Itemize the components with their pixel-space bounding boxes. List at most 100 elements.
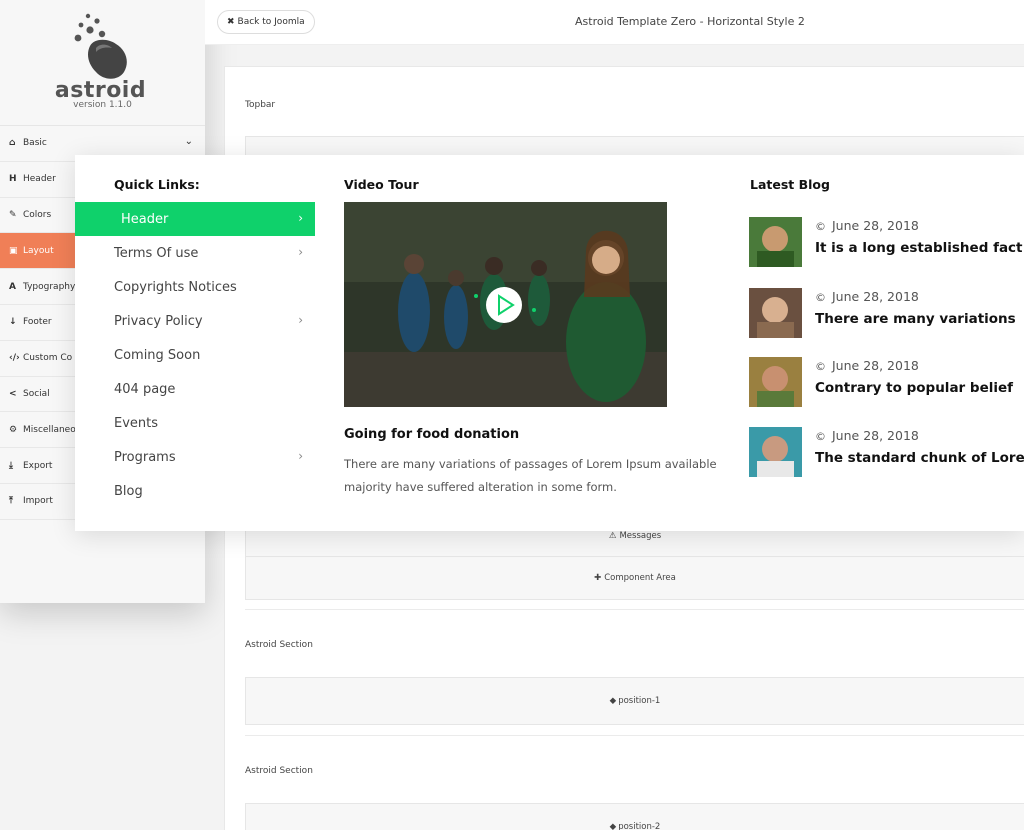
sidebar-item-label: Typography (23, 281, 76, 292)
calendar-icon: © (815, 360, 826, 373)
cube-icon: ◆ (609, 822, 617, 830)
blog-post[interactable]: © June 28, 2018 Contrary to popular belief (749, 357, 1019, 409)
quick-link-item[interactable]: Privacy Policy › (75, 304, 315, 338)
sidebar-item-label: Basic (23, 138, 47, 149)
position-1-block[interactable]: ◆ position-1 (245, 677, 1024, 725)
sidebar-item-label: Miscellaneo (23, 424, 76, 435)
quick-link-item[interactable]: Terms Of use › (75, 236, 315, 270)
blog-title-link[interactable]: The standard chunk of Lorem (815, 450, 1024, 466)
chevron-right-icon: › (298, 313, 303, 327)
puzzle-icon: ✚ (594, 573, 602, 583)
blog-thumbnail[interactable] (749, 427, 802, 477)
brush-icon: ✎ (9, 209, 17, 220)
blog-post[interactable]: © June 28, 2018 It is a long established f… (749, 217, 1023, 269)
blog-date: © June 28, 2018 (815, 358, 919, 373)
blog-thumbnail[interactable] (749, 217, 802, 267)
chevron-right-icon: › (298, 245, 303, 259)
page-title: Astroid Template Zero - Horizontal Style… (575, 15, 805, 28)
chevron-right-icon: › (298, 211, 303, 225)
quick-link-label: Header (121, 211, 169, 227)
blog-date-value: June 28, 2018 (832, 289, 919, 304)
logo: astroid version 1.1.0 (0, 0, 205, 126)
chevron-right-icon: › (298, 449, 303, 463)
warning-icon: ⚠ (608, 531, 617, 541)
quick-link-item[interactable]: Blog (75, 474, 315, 508)
quick-link-label: 404 page (114, 381, 176, 397)
section-label: Astroid Section (245, 640, 313, 650)
blog-date: © June 28, 2018 (815, 218, 919, 233)
blog-post[interactable]: © June 28, 2018 The standard chunk of Lore… (749, 427, 1024, 479)
position-label: position-1 (618, 696, 661, 706)
component-area-block[interactable]: ✚ Component Area (245, 556, 1024, 600)
mega-menu-dropdown: Quick Links: Header › Terms Of use › Copyrig… (75, 155, 1024, 531)
video-thumbnail[interactable] (344, 202, 667, 407)
blog-date-value: June 28, 2018 (832, 218, 919, 233)
arrow-down-icon: ↓ (9, 317, 17, 328)
calendar-icon: © (815, 220, 826, 233)
sidebar-item-label: Header (23, 174, 56, 185)
calendar-icon: © (815, 291, 826, 304)
quick-link-item[interactable]: Programs › (75, 440, 315, 474)
quick-link-item[interactable]: Copyrights Notices (75, 270, 315, 304)
quick-link-item[interactable]: 404 page (75, 372, 315, 406)
blog-title-link[interactable]: It is a long established fact (815, 240, 1023, 256)
divider (245, 735, 1024, 736)
upload-icon: ⤒ (9, 496, 13, 507)
component-area-label: Component Area (604, 573, 676, 583)
video-caption-title: Going for food donation (344, 427, 520, 442)
blog-date: © June 28, 2018 (815, 289, 919, 304)
quick-links-title: Quick Links: (114, 177, 200, 192)
sidebar-item-label: Layout (23, 245, 54, 256)
position-label: position-2 (618, 822, 661, 830)
latest-blog-title: Latest Blog (750, 177, 830, 192)
sidebar-item-label: Colors (23, 209, 52, 220)
sidebar-item-label: Social (23, 388, 50, 399)
quick-link-label: Programs (114, 449, 176, 465)
quick-link-label: Coming Soon (114, 347, 201, 363)
blog-date: © June 28, 2018 (815, 428, 919, 443)
blog-post[interactable]: © June 28, 2018 There are many variations (749, 288, 1019, 340)
quick-link-item[interactable]: Events (75, 406, 315, 440)
sidebar-item-label: Export (23, 460, 53, 471)
blog-date-value: June 28, 2018 (832, 428, 919, 443)
quick-link-label: Copyrights Notices (114, 279, 237, 295)
video-image (344, 202, 667, 407)
joomla-icon: ✖ (227, 17, 235, 27)
quick-link-label: Privacy Policy (114, 313, 203, 329)
topbar-section-label: Topbar (245, 100, 276, 110)
divider (245, 609, 1024, 610)
messages-label: Messages (619, 531, 662, 541)
blog-thumbnail[interactable] (749, 357, 802, 407)
blog-thumbnail[interactable] (749, 288, 802, 338)
quick-link-label: Terms Of use (114, 245, 199, 261)
calendar-icon: © (815, 430, 826, 443)
blog-title-link[interactable]: There are many variations (815, 311, 1016, 327)
astroid-logo-icon (74, 13, 127, 79)
blog-title-link[interactable]: Contrary to popular belief (815, 380, 1013, 396)
position-2-block[interactable]: ◆ position-2 (245, 803, 1024, 830)
video-caption-text: There are many variations of passages of… (344, 457, 717, 494)
back-to-joomla-button[interactable]: ✖ Back to Joomla (217, 10, 315, 34)
cube-icon: ◆ (609, 696, 617, 706)
sidebar-item-label: Footer (23, 317, 52, 328)
top-bar: ✖ Back to Joomla Astroid Template Zero -… (205, 0, 1024, 45)
quick-link-item[interactable]: Coming Soon (75, 338, 315, 372)
font-icon: A (9, 281, 16, 292)
blog-date-value: June 28, 2018 (832, 358, 919, 373)
quick-link-label: Events (114, 415, 159, 431)
chevron-down-icon[interactable]: ⌄ (185, 136, 193, 147)
back-to-joomla-label: Back to Joomla (237, 17, 305, 27)
quick-link-item[interactable]: Header › (75, 202, 315, 236)
home-icon: ⌂ (9, 138, 16, 149)
share-icon: < (9, 388, 17, 399)
video-tour-title: Video Tour (344, 177, 419, 192)
header-icon: H (9, 174, 17, 185)
layout-icon: ▣ (9, 245, 18, 256)
download-icon: ⤓ (9, 460, 13, 471)
quick-link-label: Blog (114, 483, 143, 499)
sidebar-item-label: Custom Co (23, 353, 73, 364)
cogs-icon: ⚙ (9, 424, 18, 435)
section-label: Astroid Section (245, 766, 313, 776)
version-label: version 1.1.0 (73, 100, 132, 110)
code-icon: ‹/› (9, 353, 20, 364)
